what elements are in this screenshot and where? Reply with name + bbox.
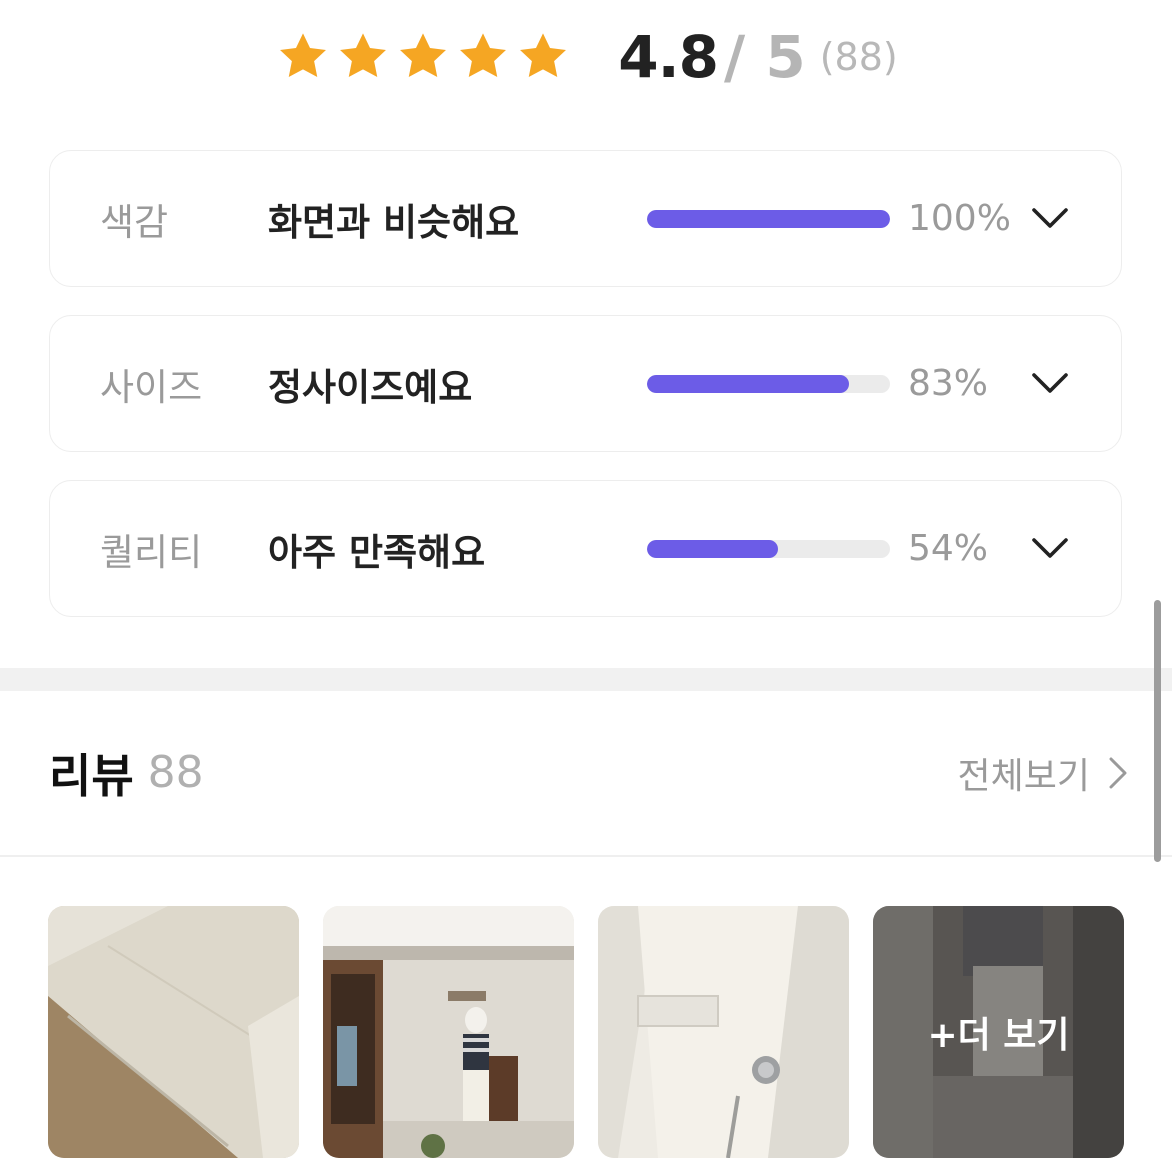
review-title-text: 리뷰 — [49, 748, 134, 803]
percent-bar-fill — [647, 210, 890, 228]
attribute-percent: 54% — [908, 528, 989, 569]
attribute-label: 색감 — [100, 200, 169, 244]
section-divider — [0, 668, 1172, 691]
view-all-label: 전체보기 — [957, 755, 1090, 797]
attribute-card-color[interactable]: 색감 화면과 비슷해요 100% — [49, 150, 1122, 287]
divider-line — [0, 855, 1172, 857]
attribute-card-quality[interactable]: 퀄리티 아주 만족해요 54% — [49, 480, 1122, 617]
attribute-value: 화면과 비슷해요 — [268, 200, 520, 244]
attribute-value: 아주 만족해요 — [268, 530, 486, 574]
percent-bar-fill — [647, 375, 849, 393]
rating-score: 4.8 — [618, 23, 719, 91]
rating-summary: 4.8 / 5 (88) — [0, 22, 1172, 92]
rating-count: (88) — [819, 35, 898, 79]
percent-bar — [647, 210, 890, 228]
review-photo-street[interactable] — [323, 906, 574, 1158]
review-photo-image — [48, 906, 299, 1158]
star-icon — [280, 33, 327, 78]
percent-bar — [647, 375, 890, 393]
star-rating — [274, 28, 572, 86]
view-all-link[interactable]: 전체보기 — [958, 715, 1128, 830]
review-count: 88 — [147, 747, 204, 798]
rating-max: / 5 — [724, 23, 806, 91]
attribute-percent: 83% — [908, 363, 989, 404]
review-header: 리뷰 88 전체보기 — [0, 715, 1172, 830]
review-photo-waistband[interactable] — [598, 906, 849, 1158]
review-title: 리뷰 88 — [49, 715, 204, 830]
scrollbar[interactable] — [1154, 600, 1161, 862]
star-icon — [460, 33, 507, 78]
review-photo-image — [598, 906, 849, 1158]
chevron-down-icon[interactable] — [1030, 531, 1070, 567]
chevron-down-icon[interactable] — [1030, 201, 1070, 237]
review-photo-fabric[interactable] — [48, 906, 299, 1158]
attribute-label: 퀄리티 — [100, 530, 203, 574]
review-photo-more[interactable]: +더 보기 — [873, 906, 1124, 1158]
attribute-card-size[interactable]: 사이즈 정사이즈예요 83% — [49, 315, 1122, 452]
star-icon — [340, 33, 387, 78]
attribute-value: 정사이즈예요 — [268, 365, 473, 409]
percent-bar-fill — [647, 540, 779, 558]
star-icon — [400, 33, 447, 78]
chevron-down-icon[interactable] — [1030, 366, 1070, 402]
attribute-percent: 100% — [908, 198, 1011, 239]
chevron-right-icon — [1109, 757, 1127, 788]
attribute-label: 사이즈 — [100, 365, 203, 409]
percent-bar — [647, 540, 890, 558]
more-photos-label: +더 보기 — [927, 1015, 1070, 1056]
review-photo-image — [323, 906, 574, 1158]
star-icon — [520, 33, 567, 78]
